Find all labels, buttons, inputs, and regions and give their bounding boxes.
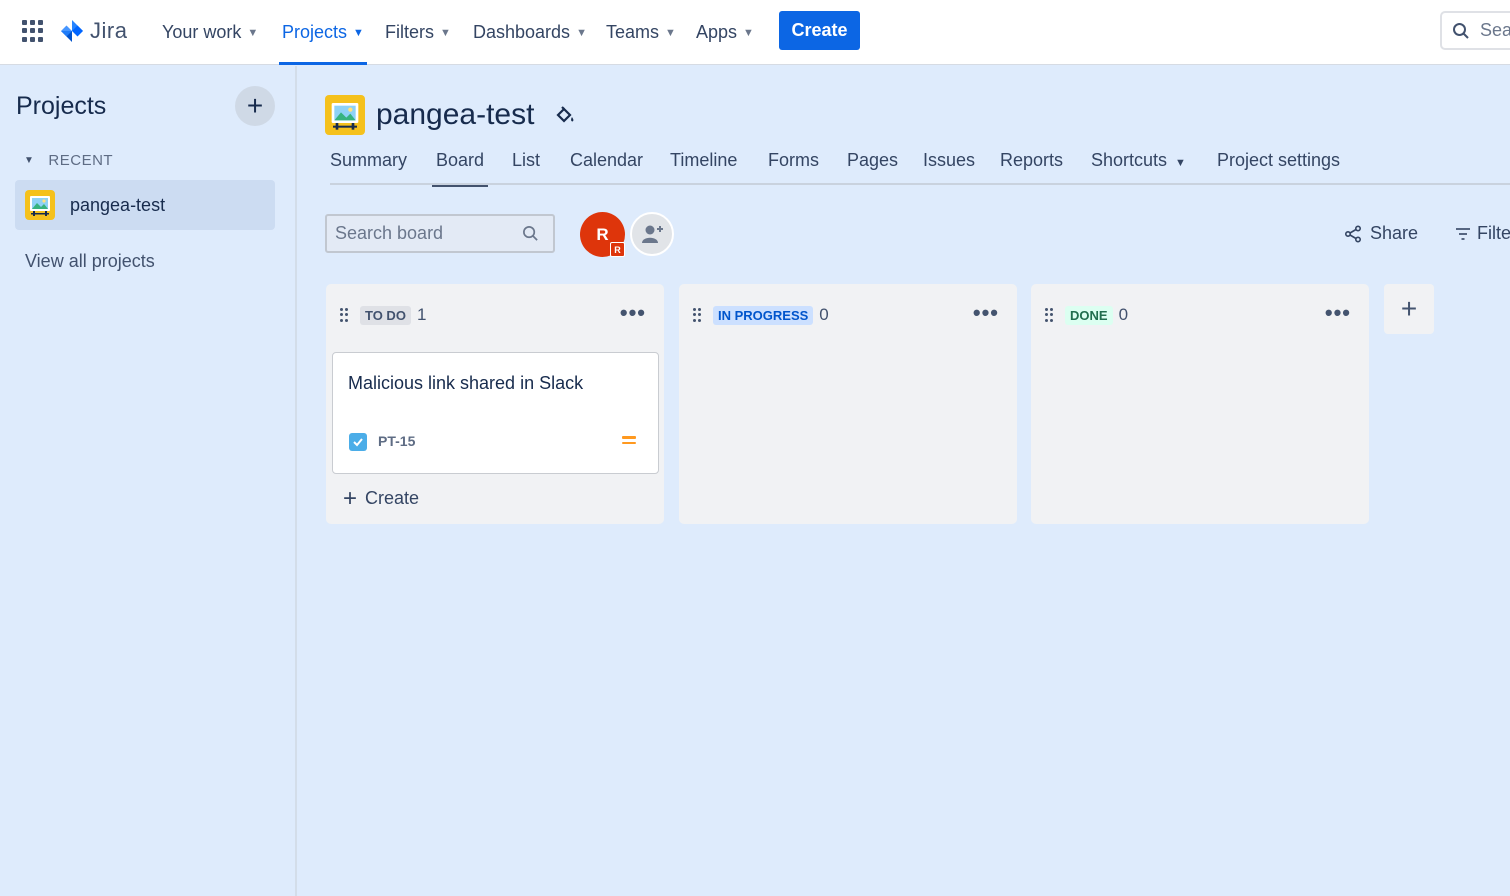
share-icon	[1344, 224, 1362, 243]
board-column-done: DONE 0 •••	[1031, 284, 1369, 524]
share-button[interactable]: Share	[1344, 223, 1418, 244]
avatar-initial: R	[596, 224, 609, 244]
column-count: 1	[416, 305, 427, 324]
tab-issues[interactable]: Issues	[923, 150, 975, 185]
priority-medium-icon	[622, 436, 636, 446]
search-placeholder: Sea	[1480, 20, 1510, 40]
status-badge: DONE	[1065, 305, 1113, 325]
tab-label: Shortcuts	[1091, 150, 1168, 170]
tab-pages[interactable]: Pages	[847, 150, 898, 185]
chevron-down-icon: ▼	[665, 26, 676, 39]
recent-section-toggle[interactable]: ▼ RECENT	[24, 152, 113, 169]
sidebar-item-label: pangea-test	[70, 194, 166, 215]
sidebar: Projects + ▼ RECENT pangea-test View all…	[0, 66, 297, 896]
nav-filters[interactable]: Filters ▼	[385, 0, 451, 65]
status-badge: TO DO	[360, 305, 411, 325]
column-header: IN PROGRESS 0	[693, 304, 829, 326]
add-person-icon	[642, 225, 663, 243]
view-all-projects-link[interactable]: View all projects	[25, 251, 155, 272]
main-content: pangea-test Summary Board List Calendar …	[298, 66, 1510, 896]
tab-timeline[interactable]: Timeline	[670, 150, 737, 185]
sidebar-item-pangea-test[interactable]: pangea-test	[15, 180, 275, 230]
nav-label: Teams	[606, 22, 660, 42]
drag-handle-icon[interactable]	[1045, 307, 1053, 323]
tab-calendar[interactable]: Calendar	[570, 150, 643, 185]
nav-label: Filters	[385, 22, 434, 42]
chevron-down-icon: ▼	[743, 26, 754, 39]
nav-label: Apps	[696, 22, 738, 42]
add-project-button[interactable]: +	[235, 86, 275, 126]
filter-icon	[1456, 227, 1470, 240]
filter-button[interactable]: Filte	[1455, 223, 1510, 244]
column-count: 0	[819, 305, 829, 324]
more-options-icon[interactable]: •••	[620, 302, 646, 324]
column-count: 0	[1118, 305, 1129, 324]
board-column-in-progress: IN PROGRESS 0 •••	[679, 284, 1017, 524]
search-icon	[1453, 22, 1469, 39]
chevron-down-icon: ▼	[576, 26, 587, 39]
create-button[interactable]: Create	[779, 11, 860, 50]
search-placeholder: Search board	[335, 223, 444, 243]
global-search-input[interactable]: Sea	[1440, 11, 1510, 50]
tab-summary[interactable]: Summary	[330, 150, 407, 185]
nav-dashboards[interactable]: Dashboards ▼	[473, 0, 587, 65]
nav-label: Your work	[162, 22, 242, 42]
tab-board[interactable]: Board	[431, 150, 489, 187]
chevron-down-icon: ▼	[353, 26, 364, 39]
more-options-icon[interactable]: •••	[1325, 302, 1351, 324]
drag-handle-icon[interactable]	[693, 307, 701, 323]
task-checkbox-icon	[349, 433, 367, 451]
jira-icon	[61, 20, 83, 42]
nav-teams[interactable]: Teams ▼	[606, 0, 676, 65]
add-people-button[interactable]	[630, 212, 674, 256]
top-navigation: Jira Your work ▼ Projects ▼ Filters ▼ Da…	[0, 0, 1510, 65]
project-avatar-icon	[325, 95, 365, 135]
nav-projects[interactable]: Projects ▼	[279, 0, 367, 65]
sidebar-title: Projects	[16, 92, 107, 120]
jira-logo[interactable]: Jira	[60, 16, 127, 46]
plus-icon: +	[343, 484, 358, 512]
nav-apps[interactable]: Apps ▼	[696, 0, 754, 65]
share-label: Share	[1370, 223, 1419, 243]
card-title: Malicious link shared in Slack	[348, 373, 584, 393]
nav-label: Projects	[282, 22, 348, 42]
board-search-input[interactable]: Search board	[325, 214, 555, 253]
more-options-icon[interactable]: •••	[973, 302, 999, 324]
add-column-button[interactable]: +	[1384, 284, 1434, 334]
avatar-sub-initial: R	[610, 242, 625, 257]
filter-label: Filte	[1477, 223, 1510, 243]
issue-card[interactable]: Malicious link shared in Slack PT-15	[332, 352, 659, 474]
tab-shortcuts[interactable]: Shortcuts ▼	[1091, 150, 1186, 185]
project-tabs: Summary Board List Calendar Timeline For…	[330, 150, 1510, 187]
tab-project-settings[interactable]: Project settings	[1217, 150, 1340, 185]
tab-forms[interactable]: Forms	[768, 150, 819, 185]
chevron-down-icon: ▼	[24, 155, 35, 166]
drag-handle-icon[interactable]	[340, 307, 348, 323]
page-title: pangea-test	[376, 98, 535, 131]
avatar[interactable]: R R	[580, 212, 625, 257]
tab-list[interactable]: List	[512, 150, 540, 185]
board-column-todo: TO DO 1 ••• Malicious link shared in Sla…	[326, 284, 664, 524]
project-avatar-icon	[25, 190, 55, 220]
search-icon	[523, 226, 538, 241]
chevron-down-icon: ▼	[247, 26, 259, 39]
project-header: pangea-test	[325, 95, 576, 135]
brand-name: Jira	[90, 18, 128, 43]
create-issue-button[interactable]: + Create	[343, 484, 420, 512]
plus-icon: +	[246, 90, 264, 121]
plus-icon: +	[1400, 293, 1418, 324]
paint-bucket-icon[interactable]	[554, 104, 576, 126]
chevron-down-icon: ▼	[1175, 157, 1186, 169]
column-header: TO DO 1	[340, 304, 426, 326]
status-badge: IN PROGRESS	[713, 305, 814, 325]
nav-label: Dashboards	[473, 22, 571, 42]
recent-label: RECENT	[48, 152, 114, 169]
issue-key[interactable]: PT-15	[378, 433, 415, 449]
app-switcher-icon[interactable]	[22, 20, 44, 42]
column-header: DONE 0	[1045, 304, 1128, 326]
tab-reports[interactable]: Reports	[1000, 150, 1063, 185]
chevron-down-icon: ▼	[440, 26, 451, 39]
nav-your-work[interactable]: Your work ▼	[162, 0, 258, 65]
create-label: Create	[365, 488, 420, 508]
